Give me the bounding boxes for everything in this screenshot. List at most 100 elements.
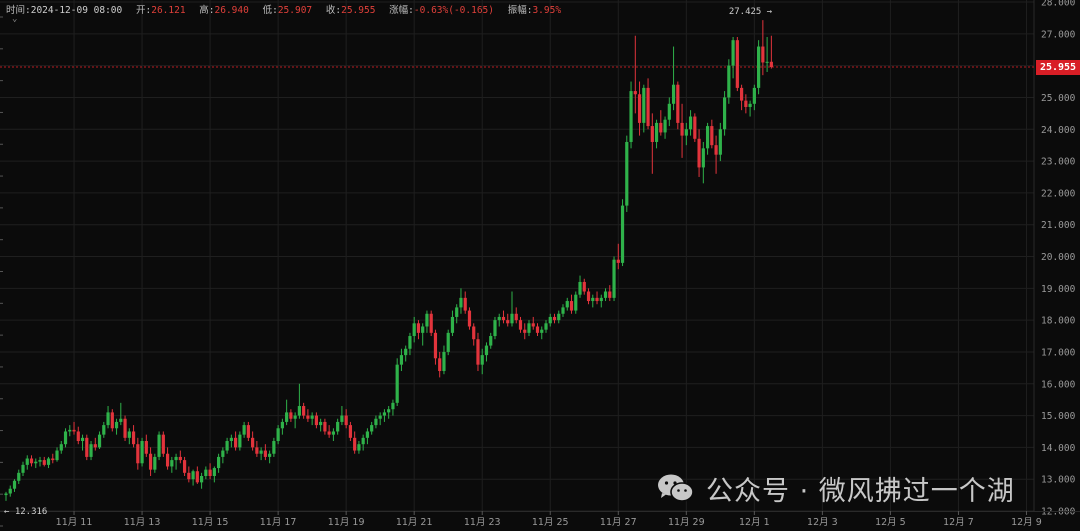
candle[interactable] <box>25 455 29 470</box>
candle[interactable] <box>463 291 467 314</box>
candle[interactable] <box>293 412 297 429</box>
candle[interactable] <box>331 428 336 442</box>
candle[interactable] <box>659 110 663 136</box>
candle[interactable] <box>739 84 744 111</box>
candle[interactable] <box>46 456 51 469</box>
candle[interactable] <box>148 447 153 477</box>
candle[interactable] <box>344 409 348 429</box>
candle[interactable] <box>8 485 12 497</box>
candle[interactable] <box>404 345 408 362</box>
candle[interactable] <box>280 418 284 435</box>
candle[interactable] <box>735 36 739 92</box>
candle[interactable] <box>51 453 55 464</box>
candle[interactable] <box>603 288 608 302</box>
candle[interactable] <box>80 434 85 451</box>
candle[interactable] <box>59 441 63 454</box>
candle[interactable] <box>191 469 195 486</box>
candle[interactable] <box>55 447 59 462</box>
candle[interactable] <box>259 447 263 461</box>
candle[interactable] <box>506 313 510 327</box>
candle[interactable] <box>178 450 182 464</box>
candle[interactable] <box>327 425 331 438</box>
candle[interactable] <box>374 415 378 429</box>
candle[interactable] <box>650 113 654 174</box>
candle[interactable] <box>391 399 395 416</box>
candle[interactable] <box>187 466 191 483</box>
candle[interactable] <box>106 406 110 429</box>
candle[interactable] <box>552 313 557 324</box>
candle[interactable] <box>442 345 446 375</box>
candle[interactable] <box>85 434 89 461</box>
candle[interactable] <box>68 425 72 437</box>
candle[interactable] <box>701 141 705 184</box>
candle[interactable] <box>131 425 136 448</box>
candle[interactable] <box>285 399 289 426</box>
candles[interactable] <box>4 20 773 501</box>
candle[interactable] <box>544 320 548 333</box>
candle[interactable] <box>63 428 68 448</box>
candle[interactable] <box>433 329 438 365</box>
candle[interactable] <box>514 307 518 324</box>
candle[interactable] <box>518 316 523 333</box>
candle[interactable] <box>119 402 123 426</box>
candle[interactable] <box>361 434 365 451</box>
candlestick-chart[interactable]: 12.000 13.000 14.000 15.000 16.000 17.000 18.0… <box>0 0 1080 531</box>
candle[interactable] <box>769 35 773 69</box>
candle[interactable] <box>365 428 370 445</box>
collapse-toggle-icon[interactable]: ⌄ <box>12 14 17 24</box>
candle[interactable] <box>493 316 497 340</box>
candle[interactable] <box>671 46 676 111</box>
candle[interactable] <box>195 466 199 484</box>
candle[interactable] <box>114 418 119 435</box>
candle[interactable] <box>246 421 250 442</box>
candle[interactable] <box>370 421 374 435</box>
candle[interactable] <box>72 421 76 435</box>
candle[interactable] <box>535 323 540 337</box>
candle[interactable] <box>297 383 301 419</box>
candle[interactable] <box>446 329 450 356</box>
candle[interactable] <box>620 199 625 267</box>
candle[interactable] <box>127 428 131 445</box>
candle[interactable] <box>688 110 693 136</box>
candle[interactable] <box>722 91 727 136</box>
candle[interactable] <box>348 421 353 442</box>
candle[interactable] <box>633 35 637 114</box>
candle[interactable] <box>387 406 391 419</box>
candle[interactable] <box>748 100 752 117</box>
candle[interactable] <box>144 434 148 457</box>
candle[interactable] <box>323 418 327 435</box>
candle[interactable] <box>599 294 603 308</box>
candle[interactable] <box>161 431 165 457</box>
candle[interactable] <box>319 418 323 432</box>
candle[interactable] <box>340 406 344 426</box>
candle[interactable] <box>501 310 506 324</box>
candle[interactable] <box>467 307 472 330</box>
candle[interactable] <box>527 320 531 337</box>
candle[interactable] <box>221 447 225 464</box>
candle[interactable] <box>136 437 140 470</box>
candle[interactable] <box>459 288 463 314</box>
candle[interactable] <box>110 409 114 432</box>
candle[interactable] <box>306 409 310 422</box>
candle[interactable] <box>199 472 204 489</box>
candle[interactable] <box>646 78 650 130</box>
candle[interactable] <box>629 81 633 149</box>
candle[interactable] <box>757 40 761 95</box>
candle[interactable] <box>29 455 34 467</box>
candle[interactable] <box>4 491 8 501</box>
candle[interactable] <box>625 135 629 212</box>
candle[interactable] <box>531 316 535 330</box>
candle[interactable] <box>182 456 187 477</box>
candle[interactable] <box>416 320 421 340</box>
candle[interactable] <box>663 116 667 139</box>
candle[interactable] <box>310 412 314 426</box>
candle[interactable] <box>642 84 646 133</box>
candle[interactable] <box>731 36 735 79</box>
candle[interactable] <box>591 294 595 308</box>
candle[interactable] <box>752 84 756 111</box>
candle[interactable] <box>421 323 425 346</box>
candle[interactable] <box>93 437 97 451</box>
candle[interactable] <box>412 316 416 343</box>
candle[interactable] <box>34 458 38 469</box>
candle[interactable] <box>204 466 208 480</box>
